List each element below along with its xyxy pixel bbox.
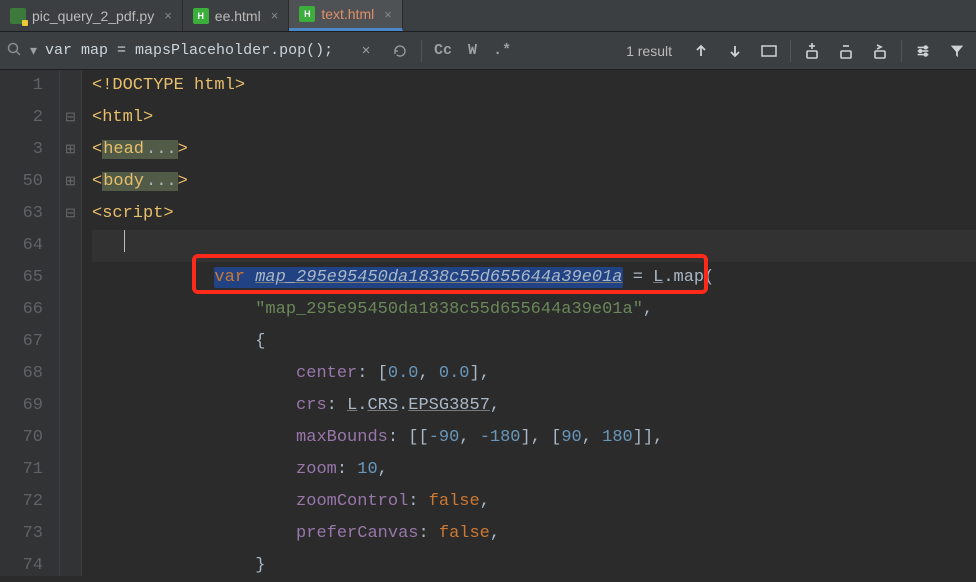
close-icon[interactable]: × [384, 7, 392, 22]
code-line[interactable]: <script> [92, 198, 976, 230]
tab-ee-html[interactable]: H ee.html × [183, 0, 290, 31]
line-number: 73 [0, 518, 43, 550]
settings-icon[interactable] [910, 38, 936, 64]
chevron-down-icon[interactable]: ▾ [30, 42, 37, 59]
line-number: 64 [0, 230, 43, 262]
code-line[interactable]: zoomControl: false, [92, 486, 976, 518]
line-number: 1 [0, 70, 43, 102]
fold-marker[interactable]: ⊟ [60, 198, 81, 230]
line-number: 70 [0, 422, 43, 454]
code-line[interactable]: preferCanvas: false, [92, 518, 976, 550]
code-line[interactable]: <html> [92, 102, 976, 134]
code-line[interactable]: zoom: 10, [92, 454, 976, 486]
code-line[interactable]: center: [0.0, 0.0], [92, 358, 976, 390]
line-number: 69 [0, 390, 43, 422]
line-number: 50 [0, 166, 43, 198]
fold-marker[interactable] [60, 326, 81, 358]
html-file-icon: H [299, 6, 315, 22]
line-number: 68 [0, 358, 43, 390]
code-area[interactable]: <!DOCTYPE html> <html> <head...> <body..… [82, 70, 976, 576]
match-case-button[interactable]: Cc [430, 38, 456, 64]
line-number: 63 [0, 198, 43, 230]
fold-marker[interactable] [60, 358, 81, 390]
line-number: 72 [0, 486, 43, 518]
tab-label: text.html [321, 6, 374, 22]
close-icon[interactable]: × [164, 8, 172, 23]
python-file-icon [10, 8, 26, 24]
caret-icon [124, 230, 125, 252]
fold-marker[interactable] [60, 70, 81, 102]
fold-marker[interactable]: ⊞ [60, 134, 81, 166]
html-file-icon: H [193, 8, 209, 24]
fold-marker[interactable] [60, 486, 81, 518]
fold-marker[interactable]: ⊞ [60, 166, 81, 198]
tab-text-html[interactable]: H text.html × [289, 0, 403, 31]
line-number: 66 [0, 294, 43, 326]
tab-bar: pic_query_2_pdf.py × H ee.html × H text.… [0, 0, 976, 32]
find-bar: ▾ var map = mapsPlaceholder.pop(); × Cc … [0, 32, 976, 70]
remove-selection-button[interactable] [833, 38, 859, 64]
line-number: 2 [0, 102, 43, 134]
regex-button[interactable]: .* [489, 38, 515, 64]
fold-gutter: ⊟ ⊞ ⊞ ⊟ [60, 70, 82, 576]
next-match-button[interactable] [722, 38, 748, 64]
code-line[interactable] [92, 230, 976, 262]
code-line[interactable]: crs: L.CRS.EPSG3857, [92, 390, 976, 422]
code-line[interactable]: <!DOCTYPE html> [92, 70, 976, 102]
tab-pic-query[interactable]: pic_query_2_pdf.py × [0, 0, 183, 31]
line-number: 3 [0, 134, 43, 166]
filter-icon[interactable] [944, 38, 970, 64]
fold-marker[interactable] [60, 454, 81, 486]
fold-marker[interactable] [60, 550, 81, 582]
line-number: 67 [0, 326, 43, 358]
line-number: 71 [0, 454, 43, 486]
code-line[interactable]: "map_295e95450da1838c55d655644a39e01a", [92, 294, 976, 326]
code-line[interactable]: maxBounds: [[-90, -180], [90, 180]], [92, 422, 976, 454]
code-line[interactable]: { [92, 326, 976, 358]
tab-label: pic_query_2_pdf.py [32, 8, 154, 24]
code-editor[interactable]: 1 2 3 50 63 64 65 66 67 68 69 70 71 72 7… [0, 70, 976, 576]
line-gutter: 1 2 3 50 63 64 65 66 67 68 69 70 71 72 7… [0, 70, 60, 576]
fold-marker[interactable] [60, 262, 81, 294]
prev-match-button[interactable] [688, 38, 714, 64]
line-number: 65 [0, 262, 43, 294]
code-line[interactable]: <body...> [92, 166, 976, 198]
close-icon[interactable]: × [271, 8, 279, 23]
fold-marker[interactable]: ⊟ [60, 102, 81, 134]
words-button[interactable]: W [464, 38, 481, 64]
code-line[interactable]: var map_295e95450da1838c55d655644a39e01a… [92, 262, 976, 294]
tab-label: ee.html [215, 8, 261, 24]
code-line[interactable]: } [92, 550, 976, 582]
fold-marker[interactable] [60, 230, 81, 262]
code-line[interactable]: <head...> [92, 134, 976, 166]
select-all-button[interactable] [867, 38, 893, 64]
search-icon [6, 41, 22, 60]
fold-marker[interactable] [60, 518, 81, 550]
select-all-occurrences-button[interactable] [756, 38, 782, 64]
fold-marker[interactable] [60, 422, 81, 454]
line-number: 74 [0, 550, 43, 582]
fold-marker[interactable] [60, 390, 81, 422]
result-count: 1 result [618, 43, 680, 59]
search-input[interactable]: var map = mapsPlaceholder.pop(); [45, 42, 345, 59]
history-icon[interactable] [387, 38, 413, 64]
clear-search-icon[interactable]: × [353, 38, 379, 64]
fold-marker[interactable] [60, 294, 81, 326]
add-selection-button[interactable] [799, 38, 825, 64]
